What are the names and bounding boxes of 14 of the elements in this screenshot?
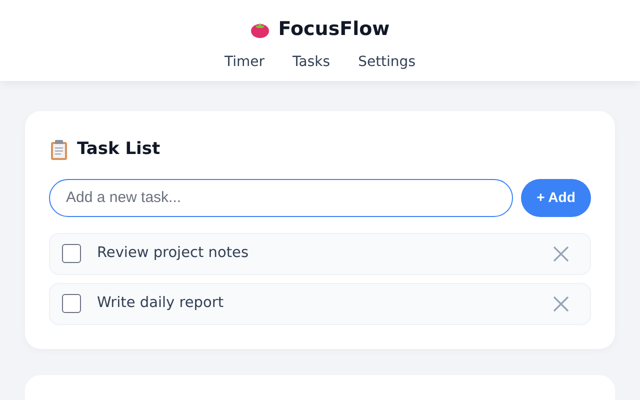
task-text: Write daily report	[97, 294, 225, 313]
nav-tab[interactable]: Settings	[356, 52, 418, 72]
clipboard-icon	[49, 138, 69, 161]
card-title: Task List	[77, 138, 160, 161]
delete-button[interactable]	[552, 294, 570, 312]
app-title: FocusFlow	[278, 17, 390, 42]
task-text: Review project notes	[97, 244, 250, 263]
delete-button[interactable]	[552, 244, 570, 262]
nav-tab[interactable]: Tasks	[290, 52, 332, 72]
nav-tab[interactable]: Timer	[222, 52, 267, 72]
add-button[interactable]: + Add	[521, 178, 591, 216]
task-checkbox[interactable]	[62, 294, 81, 313]
new-task-field[interactable]: Add a new task...	[49, 178, 513, 216]
task-checkbox[interactable]	[62, 244, 81, 263]
